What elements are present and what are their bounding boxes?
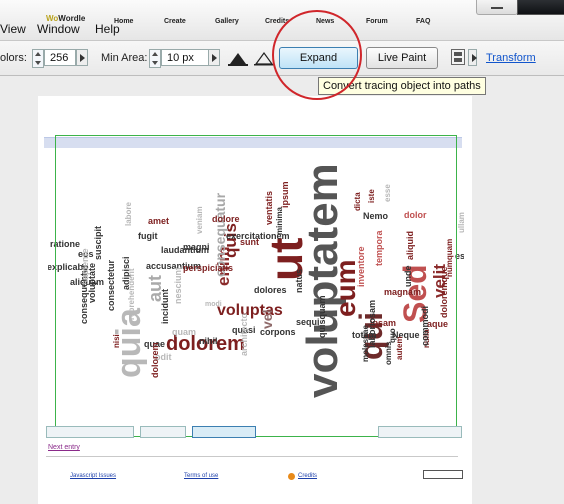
footer-divider [46, 456, 458, 457]
page-button-2[interactable] [140, 426, 186, 438]
nav-home[interactable]: Home [114, 18, 133, 25]
colors-label: olors: [0, 52, 27, 64]
highlight-circle [272, 10, 362, 100]
nav-gallery[interactable]: Gallery [215, 18, 239, 25]
next-entry-link[interactable]: Next entry [48, 444, 80, 451]
nav-faq[interactable]: FAQ [416, 18, 430, 25]
footer-link-javascript[interactable]: Javascript Issues [70, 473, 116, 479]
align-dropdown-button[interactable] [468, 49, 477, 66]
minimize-icon [491, 7, 503, 9]
min-area-label: Min Area: [101, 52, 148, 64]
colors-input[interactable]: 256 [44, 49, 76, 66]
min-area-input[interactable]: 10 px [161, 49, 209, 66]
nav-create[interactable]: Create [164, 18, 186, 25]
page-button-3[interactable] [192, 426, 256, 438]
nav-forum[interactable]: Forum [366, 18, 388, 25]
feed-icon [288, 473, 295, 480]
min-area-stepper[interactable] [149, 49, 161, 68]
min-area-dropdown-button[interactable] [208, 49, 220, 66]
selection-bounding-box[interactable] [55, 135, 457, 437]
align-icon[interactable] [451, 49, 465, 65]
raster-view-icon[interactable] [228, 49, 248, 67]
menu-view[interactable]: View [0, 22, 26, 36]
footer-link-credits[interactable]: Credits [298, 473, 317, 479]
colors-stepper[interactable] [32, 49, 44, 68]
page-button-1[interactable] [46, 426, 134, 438]
transform-link[interactable]: Transform [486, 52, 536, 64]
close-button[interactable] [517, 0, 564, 15]
scroll-widget[interactable] [423, 470, 463, 479]
minimize-button[interactable] [476, 0, 518, 15]
page-button-4[interactable] [378, 426, 462, 438]
vector-view-icon[interactable] [254, 49, 274, 67]
footer-link-terms[interactable]: Terms of use [184, 473, 218, 479]
site-logo: WoWordle [46, 14, 86, 23]
live-paint-button[interactable]: Live Paint [366, 47, 438, 69]
cloud-word: ullam [457, 212, 464, 233]
menu-window[interactable]: Window [37, 22, 80, 36]
colors-dropdown-button[interactable] [76, 49, 88, 66]
